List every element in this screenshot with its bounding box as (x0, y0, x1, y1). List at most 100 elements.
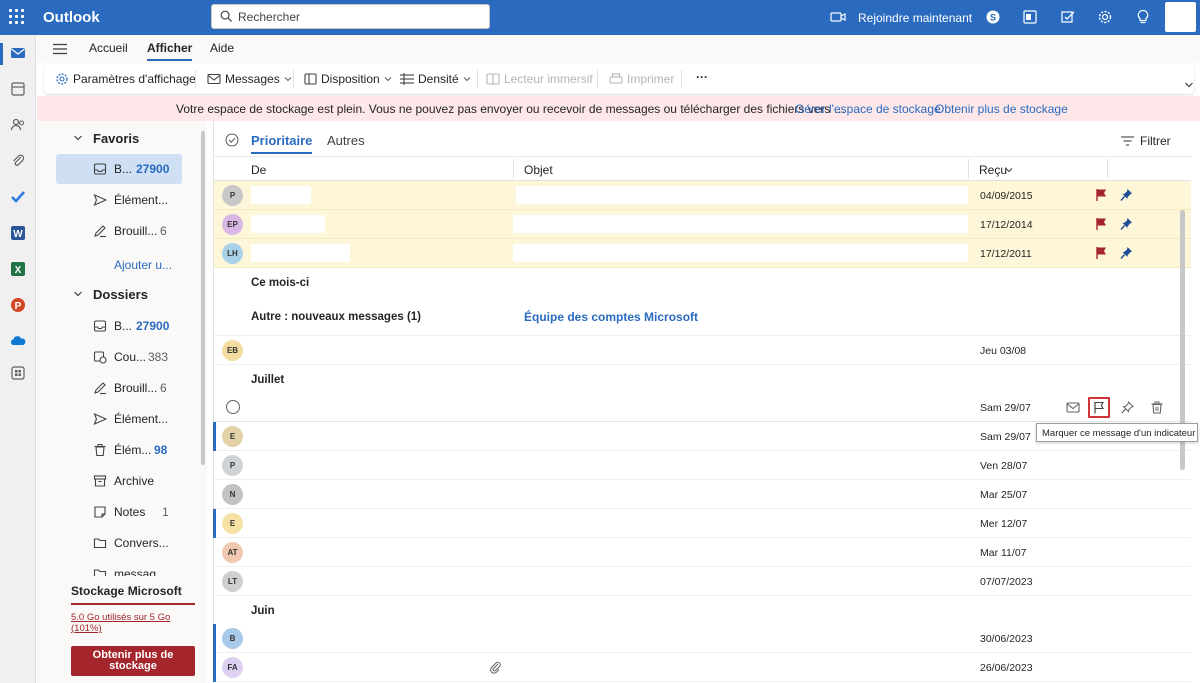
message-row[interactable]: P 04/09/2015 (214, 181, 1191, 210)
sender-redacted (251, 244, 350, 262)
messages-dropdown[interactable]: Messages (207, 72, 292, 86)
svg-text:W: W (13, 229, 23, 240)
flag-icon[interactable] (1095, 217, 1108, 231)
pin-message-button[interactable] (1116, 397, 1138, 418)
message-row[interactable]: P Ven 28/07 (214, 451, 1191, 480)
favorites-header[interactable]: Favoris (93, 131, 139, 146)
hamburger-menu-icon[interactable] (53, 43, 67, 55)
message-row[interactable]: LH 17/12/2011 (214, 239, 1191, 268)
tab-accueil[interactable]: Accueil (89, 41, 128, 55)
folder-deleted-items[interactable]: Élém... 98 (56, 435, 182, 465)
select-all-checkbox-icon[interactable] (225, 133, 239, 147)
tab-focused[interactable]: Prioritaire (251, 133, 313, 154)
folders-header[interactable]: Dossiers (93, 287, 148, 302)
calendar-icon[interactable] (9, 80, 27, 98)
lightbulb-icon[interactable] (1135, 9, 1151, 25)
join-now-button[interactable]: Rejoindre maintenant (858, 11, 972, 25)
folder-conversation-history[interactable]: Convers... (56, 528, 182, 558)
tab-other[interactable]: Autres (327, 133, 365, 148)
chevron-down-icon[interactable] (73, 289, 83, 299)
app-launcher-icon[interactable] (9, 9, 25, 25)
search-box[interactable] (211, 4, 490, 29)
column-received[interactable]: Reçu (979, 163, 1007, 177)
folder-pane-scrollbar[interactable] (201, 131, 205, 465)
more-options-button[interactable]: ··· (696, 70, 708, 84)
folder-notes[interactable]: Notes 1 (56, 497, 182, 527)
favorite-drafts[interactable]: Brouill... 6 (56, 216, 182, 246)
manage-storage-link[interactable]: Gérer l'espace de stockage (795, 102, 941, 116)
folder-messages[interactable]: messag... (56, 559, 182, 576)
favorite-sent-items[interactable]: Élément... (56, 185, 182, 215)
message-row[interactable]: N Mar 25/07 (214, 480, 1191, 509)
print-button[interactable]: Imprimer (609, 72, 674, 86)
pin-icon[interactable] (1120, 217, 1133, 231)
get-more-storage-link[interactable]: Obtenir plus de stockage (935, 102, 1068, 116)
skype-icon[interactable]: S (985, 9, 1001, 25)
favorite-inbox[interactable]: B... 27900 (56, 154, 182, 184)
message-row[interactable]: LT 07/07/2023 (214, 567, 1191, 596)
ribbon-collapse-chevron-icon[interactable] (1184, 80, 1194, 90)
flag-message-button[interactable] (1088, 397, 1110, 418)
message-row[interactable]: EB Jeu 03/08 (214, 336, 1191, 365)
filter-button[interactable]: Filtrer (1121, 134, 1171, 148)
layout-dropdown[interactable]: Disposition (304, 72, 392, 86)
other-new-messages-sender-link[interactable]: Équipe des comptes Microsoft (524, 310, 698, 324)
excel-icon[interactable]: X (9, 260, 27, 278)
folder-inbox[interactable]: B... 27900 (56, 311, 182, 341)
group-header-july[interactable]: Juillet (251, 374, 284, 386)
group-header-june[interactable]: Juin (251, 605, 275, 617)
flag-icon[interactable] (1095, 246, 1108, 260)
folder-drafts[interactable]: Brouill... 6 (56, 373, 182, 403)
group-header-this-month[interactable]: Ce mois-ci (251, 277, 309, 289)
tasks-icon[interactable] (1060, 9, 1076, 25)
app-title[interactable]: Outlook (43, 9, 100, 26)
pin-icon[interactable] (1120, 188, 1133, 202)
column-divider[interactable] (968, 159, 969, 179)
column-divider[interactable] (1107, 159, 1108, 179)
sender-redacted (251, 398, 407, 416)
search-input[interactable] (238, 8, 478, 26)
message-row[interactable]: E Mer 12/07 (213, 509, 1191, 538)
tab-afficher[interactable]: Afficher (147, 41, 193, 61)
people-icon[interactable] (9, 116, 27, 134)
folder-archive[interactable]: Archive (56, 466, 182, 496)
teams-calendar-icon[interactable] (1022, 9, 1038, 25)
chevron-down-icon[interactable] (73, 133, 83, 143)
folder-junk[interactable]: Cou... 383 (56, 342, 182, 372)
pin-icon[interactable] (1120, 246, 1133, 260)
video-call-icon[interactable] (830, 9, 846, 25)
attachment-icon[interactable] (9, 152, 27, 170)
mail-icon[interactable] (9, 44, 27, 62)
message-row[interactable]: EP 17/12/2014 (214, 210, 1191, 239)
storage-usage-link[interactable]: 5.0 Go utilisés sur 5 Go (101%) (71, 612, 195, 634)
sort-chevron-down-icon[interactable] (1005, 167, 1013, 173)
ribbon-divider (681, 70, 682, 88)
powerpoint-icon[interactable]: P (9, 296, 27, 314)
onedrive-icon[interactable] (9, 332, 27, 350)
tab-aide[interactable]: Aide (210, 41, 234, 55)
word-icon[interactable]: W (9, 224, 27, 242)
folder-sent-items[interactable]: Élément... (56, 404, 182, 434)
select-message-radio[interactable] (226, 400, 240, 414)
subject-redacted (516, 186, 968, 204)
mark-as-read-button[interactable] (1062, 397, 1084, 418)
flag-icon[interactable] (1095, 188, 1108, 202)
message-row-hovered[interactable]: Sam 29/07 (214, 393, 1191, 422)
settings-gear-icon[interactable] (1097, 9, 1113, 25)
immersive-reader-button[interactable]: Lecteur immersif (486, 72, 593, 86)
get-more-storage-button[interactable]: Obtenir plus de stockage (71, 646, 195, 676)
other-new-messages-label[interactable]: Autre : nouveaux messages (1) (251, 311, 421, 323)
todo-icon[interactable] (9, 188, 27, 206)
message-row[interactable]: AT Mar 11/07 (214, 538, 1191, 567)
message-row[interactable]: B 30/06/2023 (213, 624, 1191, 653)
column-divider[interactable] (513, 159, 514, 179)
view-settings-button[interactable]: Paramètres d'affichage (55, 72, 196, 86)
column-subject[interactable]: Objet (524, 163, 553, 177)
delete-message-button[interactable] (1146, 397, 1168, 418)
density-dropdown[interactable]: Densité (400, 72, 471, 86)
account-avatar[interactable] (1165, 2, 1196, 32)
message-row[interactable]: FA 26/06/2023 (213, 653, 1191, 682)
column-from[interactable]: De (251, 163, 266, 177)
more-apps-icon[interactable] (9, 364, 27, 382)
add-favorite-link[interactable]: Ajouter u... (114, 258, 172, 272)
